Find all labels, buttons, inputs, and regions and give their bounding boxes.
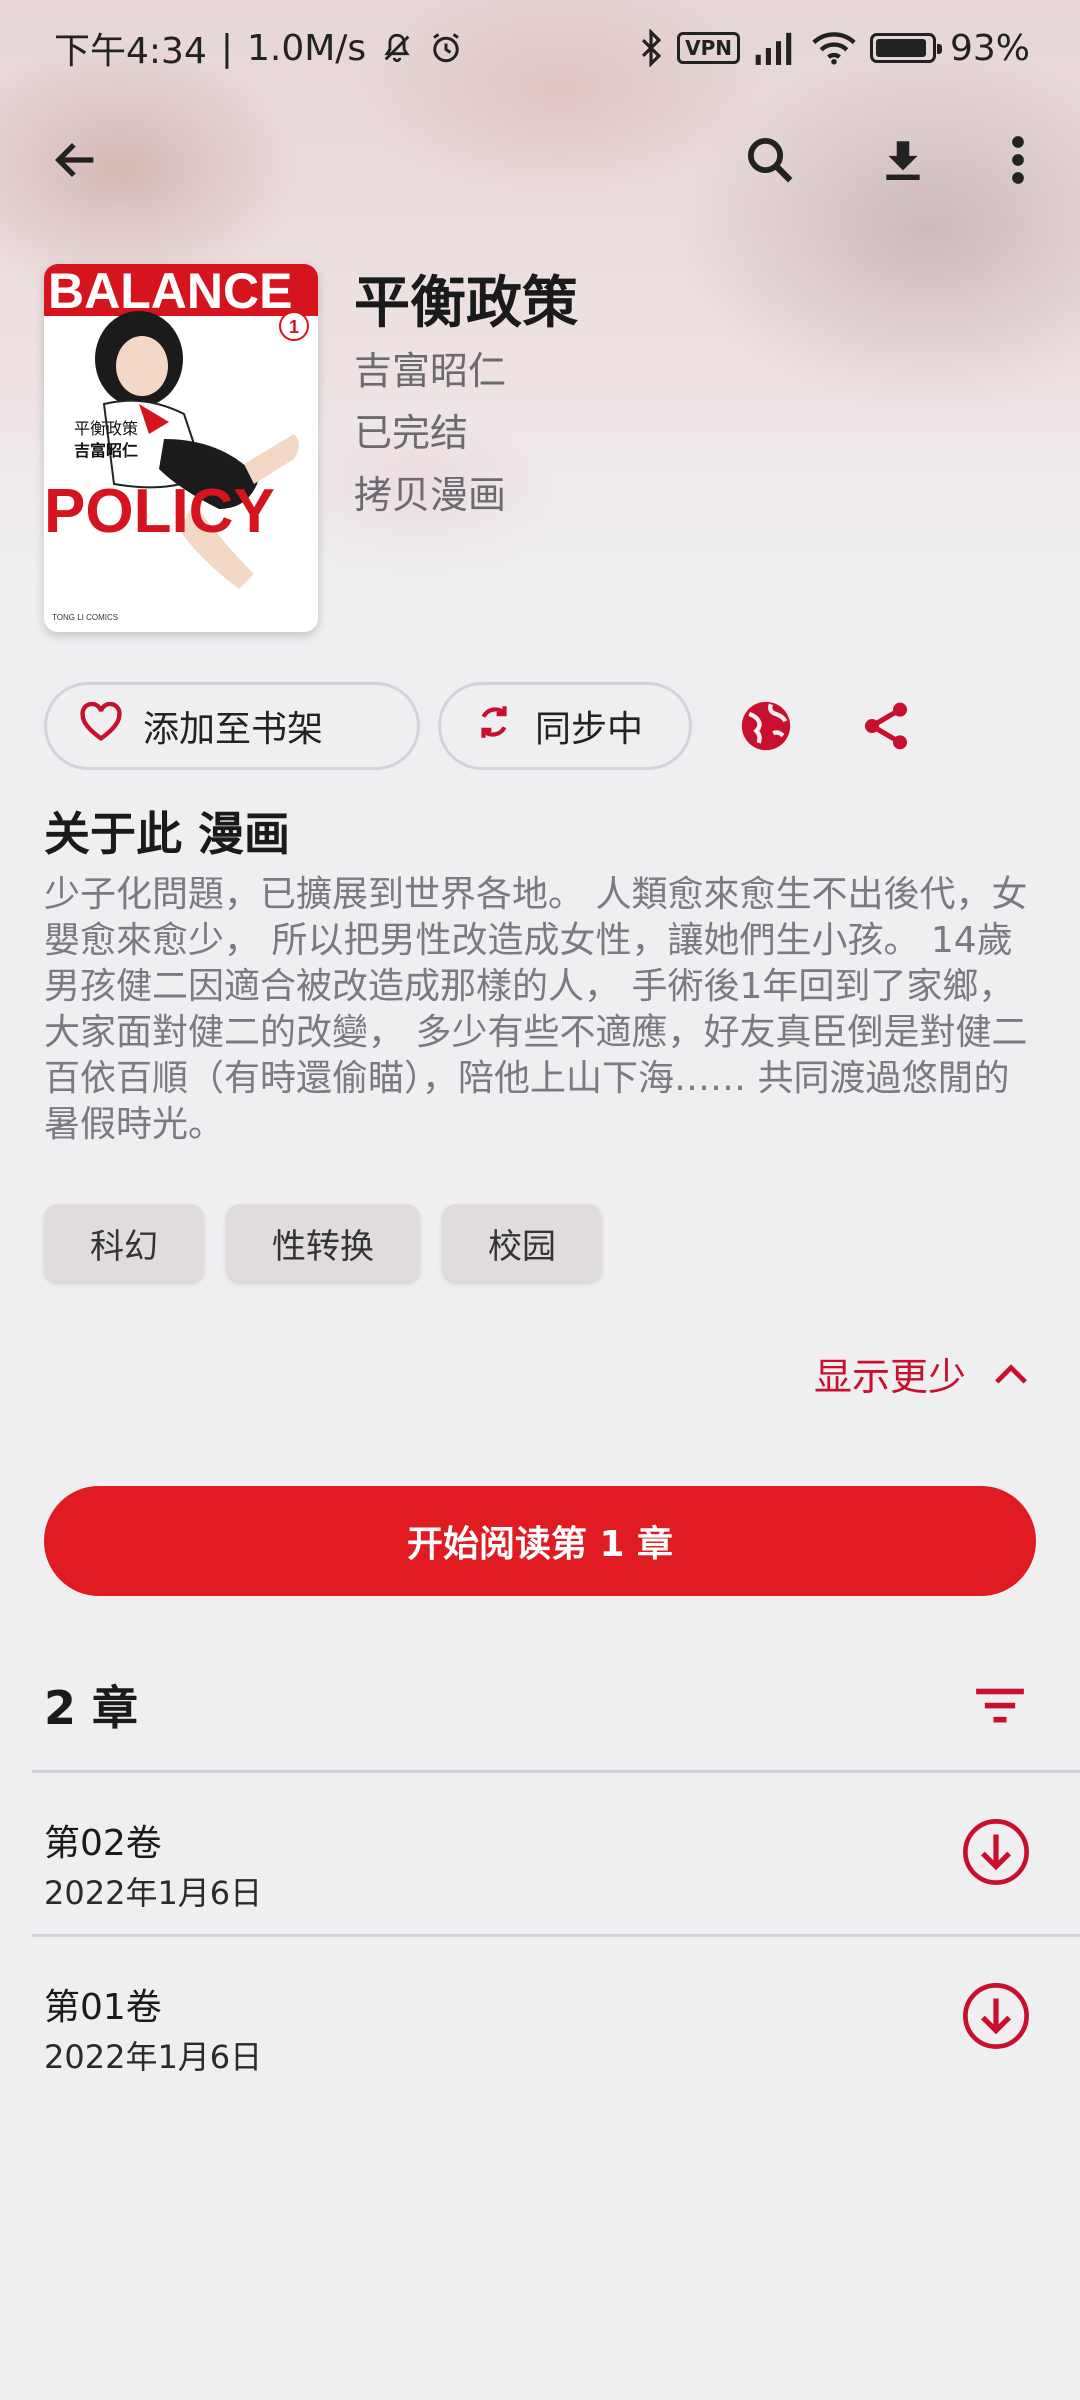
status-separator: |: [220, 27, 233, 69]
manga-cover[interactable]: BALANCE 1 平衡政策 吉富昭仁 POLICY TONG LI COMIC…: [44, 264, 318, 632]
alarm-icon: [428, 30, 464, 66]
cover-cn-title: 平衡政策: [74, 419, 138, 438]
share-icon[interactable]: [842, 682, 930, 770]
heart-icon: [79, 701, 123, 751]
download-chapter-icon[interactable]: [958, 1814, 1034, 1890]
bluetooth-icon: [639, 29, 663, 67]
manga-title: 平衡政策: [354, 271, 578, 336]
search-icon[interactable]: [736, 126, 804, 194]
mute-bell-icon: [380, 30, 414, 66]
genre-tag[interactable]: 校园: [442, 1204, 602, 1282]
more-vert-icon[interactable]: [984, 126, 1052, 194]
sync-button[interactable]: 同步中: [438, 682, 692, 770]
cover-volume: 1: [289, 317, 299, 337]
app-bar: [0, 110, 1080, 210]
chapter-count: 2 章: [44, 1681, 139, 1735]
genre-tag[interactable]: 性转换: [226, 1204, 420, 1282]
globe-icon[interactable]: [722, 682, 810, 770]
chapter-date: 2022年1月6日: [44, 2038, 263, 2076]
add-to-library-label: 添加至书架: [143, 709, 324, 750]
signal-icon: [754, 31, 798, 65]
genre-tag[interactable]: 科幻: [44, 1204, 204, 1282]
start-reading-button[interactable]: 开始阅读第 1 章: [44, 1486, 1036, 1596]
about-heading: 关于此 漫画: [44, 807, 291, 861]
battery-icon: [869, 33, 942, 63]
show-less-button[interactable]: 显示更少: [814, 1346, 1030, 1401]
download-icon[interactable]: [869, 126, 937, 194]
cover-cn-author: 吉富昭仁: [74, 441, 138, 460]
sync-label: 同步中: [535, 709, 644, 750]
chapter-name: 第01卷: [44, 1987, 162, 2028]
status-bar: 下午4:34 | 1.0M/s VPN 93%: [0, 0, 1080, 96]
manga-description: 少子化問題，已擴展到世界各地。 人類愈來愈生不出後代，女嬰愈來愈少， 所以把男性…: [44, 874, 1028, 1145]
chapter-date: 2022年1月6日: [44, 1874, 263, 1912]
chapter-name: 第02卷: [44, 1823, 162, 1864]
back-arrow-icon[interactable]: [42, 126, 110, 194]
chevron-up-icon: [992, 1352, 1030, 1396]
wifi-icon: [812, 31, 856, 65]
manga-info: 平衡政策 吉富昭仁 已完结 拷贝漫画: [354, 268, 578, 526]
show-less-label: 显示更少: [813, 1355, 966, 1399]
status-time: 下午4:34: [54, 31, 207, 72]
battery-percent: 93%: [949, 27, 1030, 69]
download-chapter-icon[interactable]: [958, 1978, 1034, 2054]
filter-icon[interactable]: [970, 1676, 1030, 1736]
chapter-row[interactable]: 第01卷 2022年1月6日: [0, 1936, 1080, 2096]
manga-author: 吉富昭仁: [354, 349, 507, 393]
status-speed: 1.0M/s: [246, 27, 367, 69]
cover-publisher: TONG LI COMICS: [52, 613, 118, 622]
manga-status: 已完结: [354, 411, 469, 455]
vpn-badge: VPN: [677, 32, 740, 64]
chapter-row[interactable]: 第02卷 2022年1月6日: [0, 1772, 1080, 1932]
manga-source: 拷贝漫画: [354, 473, 507, 517]
action-row: 添加至书架 同步中: [44, 682, 930, 770]
add-to-library-button[interactable]: 添加至书架: [44, 682, 420, 770]
cover-top-text: BALANCE: [48, 264, 292, 319]
cover-bottom-text: POLICY: [44, 477, 275, 546]
battery-level-fill: [875, 39, 927, 57]
genre-tags: 科幻 性转换 校园: [44, 1204, 602, 1282]
sync-icon: [473, 701, 515, 752]
